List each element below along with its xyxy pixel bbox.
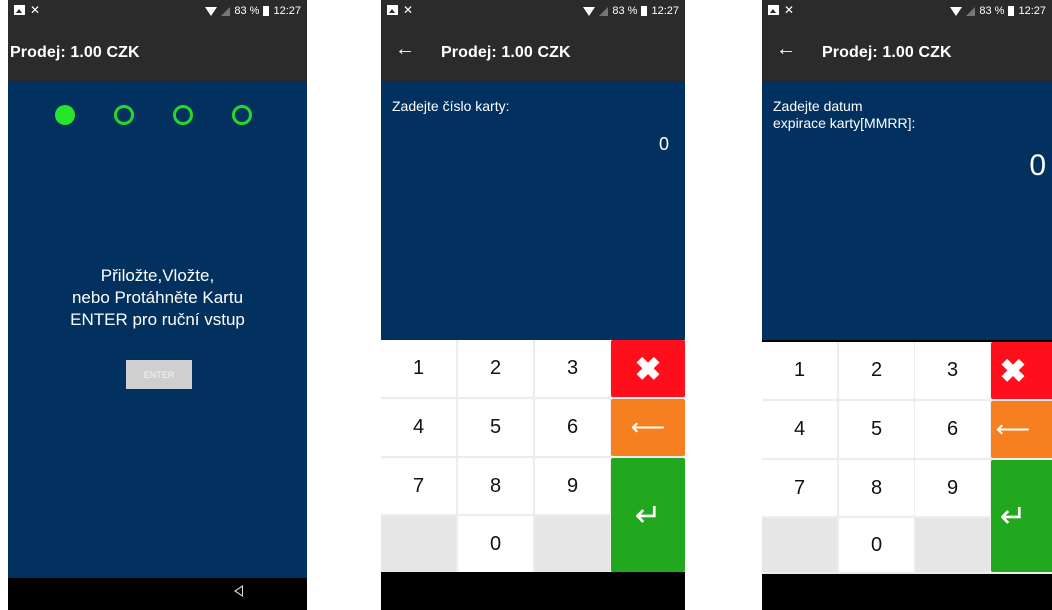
key-3[interactable]: 3 xyxy=(915,342,990,399)
progress-dot xyxy=(114,105,134,125)
key-1[interactable]: 1 xyxy=(762,342,837,399)
backspace-arrow-icon: ⟵ xyxy=(630,414,666,441)
arrow-back-icon[interactable]: ← xyxy=(395,39,415,59)
cancel-key[interactable]: ✖ xyxy=(611,340,685,397)
no-signal-icon: ✕ xyxy=(403,3,414,17)
card-number-panel: Zadejte číslo karty: 0 xyxy=(381,81,685,340)
blank-key xyxy=(762,518,837,572)
app-bar: ← Prodej: 1.00 CZK xyxy=(381,24,685,81)
key-9[interactable]: 9 xyxy=(915,460,990,516)
no-signal-icon: ✕ xyxy=(30,3,41,17)
progress-dot xyxy=(232,105,252,125)
app-bar: ← Prodej: 1.00 CZK xyxy=(762,24,1052,81)
page-title: Prodej: 1.00 CZK xyxy=(441,44,571,61)
system-nav-bar xyxy=(8,578,307,610)
enter-return-icon: ↵ xyxy=(999,498,1027,534)
backspace-key[interactable]: ⟵ xyxy=(611,399,685,456)
page-title: Prodej: 1.00 CZK xyxy=(822,44,952,61)
expiry-prompt-line: expirace karty[MMRR]: xyxy=(773,115,916,131)
key-8[interactable]: 8 xyxy=(839,460,914,516)
instruction-line: ENTER pro ruční vstup xyxy=(70,310,245,329)
wifi-icon xyxy=(583,6,596,16)
enter-key[interactable]: ↵ xyxy=(611,458,685,572)
expiry-prompt: Zadejte datum expirace karty[MMRR]: xyxy=(773,98,915,132)
blank-key xyxy=(381,516,456,572)
cell-signal-icon xyxy=(599,6,609,16)
key-2[interactable]: 2 xyxy=(458,340,533,397)
key-7[interactable]: 7 xyxy=(762,460,837,516)
system-nav-bar xyxy=(762,578,1052,610)
key-2[interactable]: 2 xyxy=(839,342,914,399)
status-bar: ✕ 83 % 12:27 xyxy=(762,0,1052,24)
backspace-key[interactable]: ⟵ xyxy=(991,401,1052,458)
backspace-arrow-icon: ⟵ xyxy=(995,416,1031,443)
blank-key xyxy=(915,518,990,572)
enter-return-icon: ↵ xyxy=(634,497,662,533)
key-6[interactable]: 6 xyxy=(535,399,610,456)
system-nav-bar xyxy=(381,578,685,610)
numeric-keypad: 1 2 3 ✖ 4 5 6 ⟵ 7 8 9 ↵ 0 xyxy=(762,342,1052,574)
battery-percent: 83 % xyxy=(234,5,260,17)
cell-signal-icon xyxy=(966,6,976,16)
card-instruction: Přiložte,Vložte, nebo Protáhněte Kartu E… xyxy=(8,265,307,331)
instruction-line: nebo Protáhněte Kartu xyxy=(71,288,244,307)
battery-icon xyxy=(1008,6,1015,16)
clock: 12:27 xyxy=(651,5,679,17)
battery-percent: 83 % xyxy=(979,5,1005,17)
cancel-key[interactable]: ✖ xyxy=(991,342,1052,399)
clock: 12:27 xyxy=(273,5,301,17)
numeric-keypad: 1 2 3 ✖ 4 5 6 ⟵ 7 8 9 ↵ 0 xyxy=(381,340,685,572)
phone-screen-card-prompt: ✕ 83 % 12:27 Prodej: 1.00 CZK Přiložte,Vl… xyxy=(8,0,307,610)
card-prompt-panel: Přiložte,Vložte, nebo Protáhněte Kartu E… xyxy=(8,81,307,578)
progress-dot-active xyxy=(55,105,75,125)
key-4[interactable]: 4 xyxy=(762,401,837,458)
key-5[interactable]: 5 xyxy=(839,401,914,458)
battery-percent: 83 % xyxy=(612,5,638,17)
key-8[interactable]: 8 xyxy=(458,458,533,514)
cancel-x-icon: ✖ xyxy=(999,352,1027,389)
expiry-date-panel: Zadejte datum expirace karty[MMRR]: 0 xyxy=(762,81,1052,340)
cancel-x-icon: ✖ xyxy=(634,350,662,387)
app-bar: Prodej: 1.00 CZK xyxy=(8,24,307,81)
key-0[interactable]: 0 xyxy=(458,516,533,572)
cell-signal-icon xyxy=(221,6,231,16)
arrow-back-icon[interactable]: ← xyxy=(776,39,796,59)
page-title: Prodej: 1.00 CZK xyxy=(10,44,140,61)
battery-icon xyxy=(263,6,270,16)
wifi-icon xyxy=(205,6,218,16)
key-3[interactable]: 3 xyxy=(535,340,610,397)
battery-icon xyxy=(641,6,648,16)
key-0[interactable]: 0 xyxy=(839,518,914,572)
key-9[interactable]: 9 xyxy=(535,458,610,514)
card-number-value: 0 xyxy=(658,134,669,154)
wifi-icon xyxy=(950,6,963,16)
enter-key[interactable]: ↵ xyxy=(991,460,1052,572)
status-bar: ✕ 83 % 12:27 xyxy=(381,0,685,24)
expiry-value: 0 xyxy=(1029,149,1046,182)
progress-dot xyxy=(173,105,193,125)
status-bar: ✕ 83 % 12:27 xyxy=(8,0,307,24)
blank-key xyxy=(535,516,610,572)
image-notification-icon xyxy=(768,5,779,15)
card-number-prompt: Zadejte číslo karty: xyxy=(392,98,510,114)
clock: 12:27 xyxy=(1018,5,1046,17)
image-notification-icon xyxy=(387,5,398,15)
instruction-line: Přiložte,Vložte, xyxy=(100,266,215,285)
key-7[interactable]: 7 xyxy=(381,458,456,514)
phone-screen-expiry-date: ✕ 83 % 12:27 ← Prodej: 1.00 CZK Zadejte d… xyxy=(762,0,1052,610)
expiry-prompt-line: Zadejte datum xyxy=(773,98,863,114)
enter-button[interactable]: ENTER xyxy=(126,360,192,389)
nav-back-icon[interactable] xyxy=(234,585,243,597)
key-6[interactable]: 6 xyxy=(915,401,990,458)
key-5[interactable]: 5 xyxy=(458,399,533,456)
phone-screen-card-number: ✕ 83 % 12:27 ← Prodej: 1.00 CZK Zadejte č… xyxy=(381,0,685,610)
progress-dots xyxy=(55,105,291,125)
key-1[interactable]: 1 xyxy=(381,340,456,397)
no-signal-icon: ✕ xyxy=(784,3,795,17)
image-notification-icon xyxy=(14,5,25,15)
key-4[interactable]: 4 xyxy=(381,399,456,456)
